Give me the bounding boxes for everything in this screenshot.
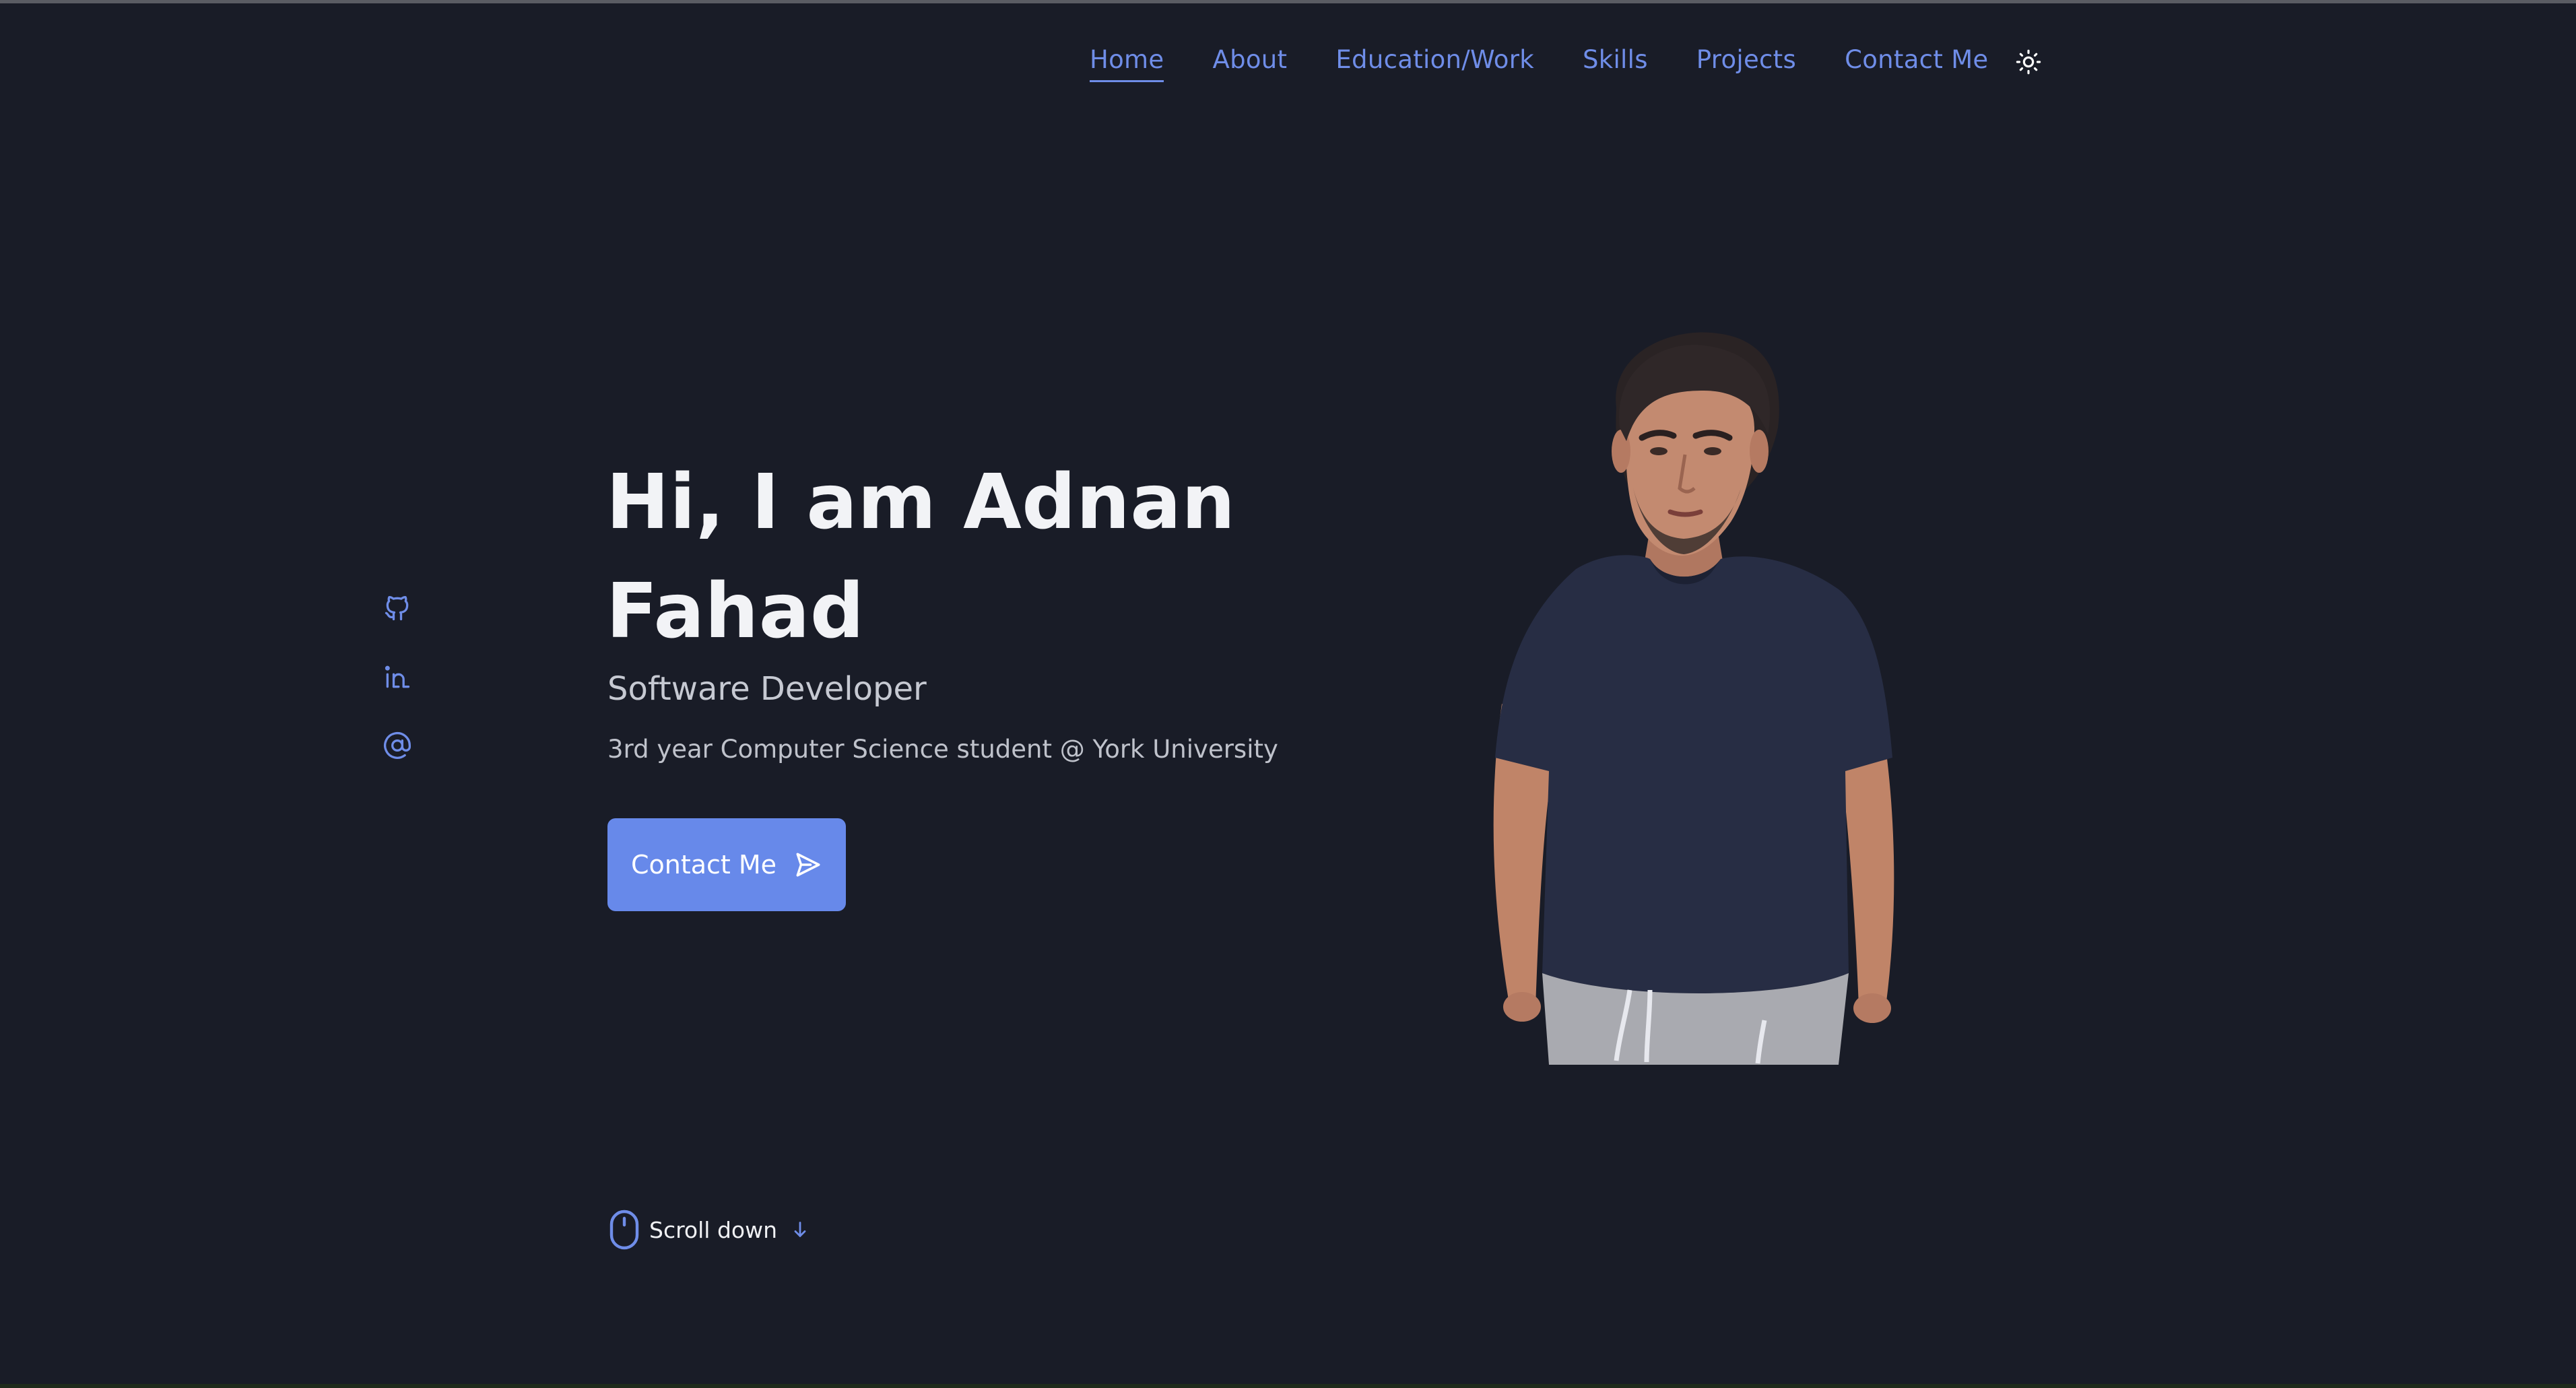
page: Home About Education/Work Skills Project… [0,0,2576,1388]
profile-photo [1493,332,1894,1065]
email-link[interactable] [381,729,414,762]
github-link[interactable] [381,592,414,624]
linkedin-link[interactable] [381,661,414,693]
social-links [381,592,414,798]
at-sign-icon [384,731,411,759]
mouse-icon [609,1210,639,1250]
contact-me-button-label: Contact Me [630,850,777,880]
main-nav: Home About Education/Work Skills Project… [1090,45,2042,82]
hero-description: 3rd year Computer Science student @ York… [607,735,1278,764]
nav-projects[interactable]: Projects [1696,45,1796,79]
scroll-down-link[interactable]: Scroll down [609,1209,810,1251]
nav-skills[interactable]: Skills [1583,45,1648,79]
arrow-down-icon [794,1222,806,1237]
nav-about[interactable]: About [1212,45,1287,79]
scroll-down-label: Scroll down [649,1216,777,1243]
contact-me-button[interactable]: Contact Me [607,818,846,911]
hero-subtitle: Software Developer [607,670,927,708]
send-icon [796,853,820,877]
hero-title: Hi, I am Adnan Fahad [606,459,1236,655]
theme-toggle-button[interactable] [2015,48,2042,75]
window-bottom-edge [0,1384,2576,1388]
nav-contact-me[interactable]: Contact Me [1845,45,1988,79]
sun-icon [2016,49,2041,75]
nav-education-work[interactable]: Education/Work [1335,45,1534,79]
nav-home[interactable]: Home [1090,45,1164,82]
linkedin-icon [385,665,410,688]
github-icon [385,595,409,621]
